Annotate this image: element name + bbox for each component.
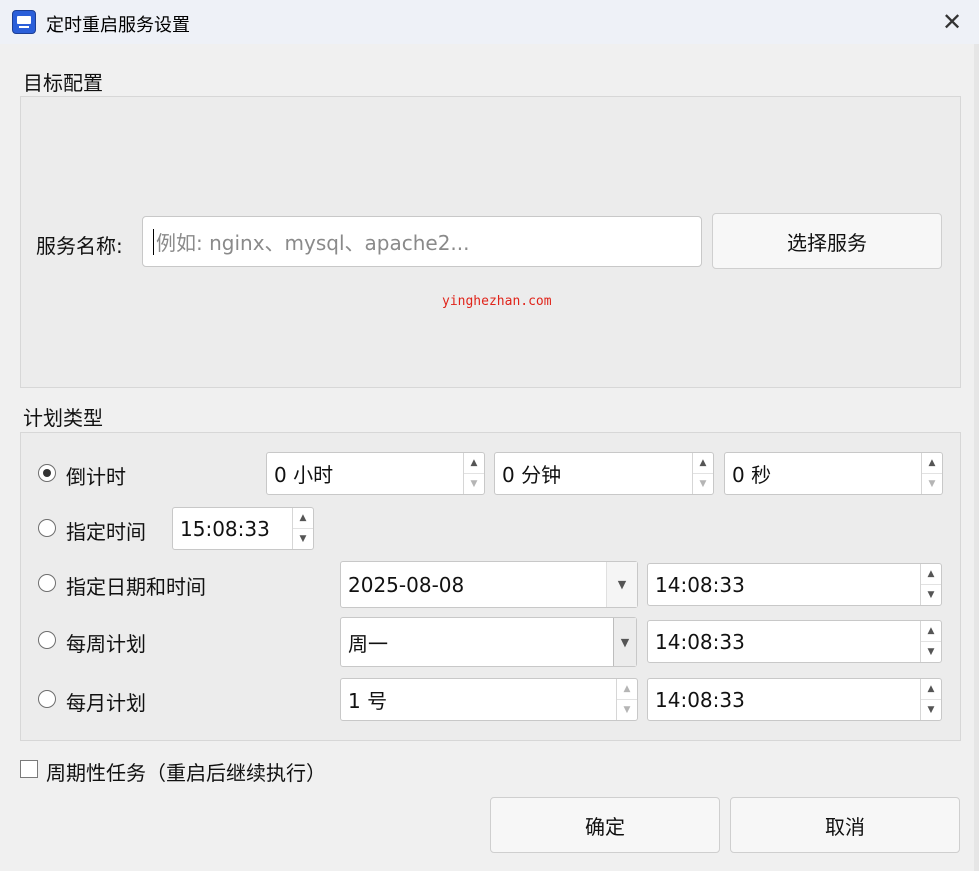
weekly-time-value: 14:08:33 (655, 629, 745, 654)
hours-value: 0 小时 (274, 463, 334, 487)
month-day-value: 1 号 (348, 689, 388, 713)
spin-arrows: ▲ ▼ (692, 453, 713, 494)
spin-down-icon[interactable]: ▼ (922, 474, 942, 495)
specific-time-label: 指定时间 (66, 520, 146, 544)
watermark-text: yinghezhan.com (442, 294, 552, 309)
date-value: 2025-08-08 (348, 572, 465, 597)
weekly-label: 每周计划 (66, 632, 146, 656)
title-bar: 定时重启服务设置 ✕ (0, 0, 979, 44)
spin-down-icon[interactable]: ▼ (617, 700, 637, 721)
weekday-value: 周一 (348, 631, 388, 656)
spin-arrows: ▲ ▼ (463, 453, 484, 494)
specific-time-spinbox[interactable]: 15:08:33 ▲ ▼ (172, 507, 314, 550)
spin-up-icon[interactable]: ▲ (922, 453, 942, 474)
spin-down-icon[interactable]: ▼ (921, 585, 941, 606)
choose-service-button[interactable]: 选择服务 (712, 213, 942, 269)
spin-up-icon[interactable]: ▲ (921, 621, 941, 642)
countdown-seconds-spinbox[interactable]: 0 秒 ▲ ▼ (724, 452, 943, 495)
specific-time-value: 15:08:33 (180, 516, 270, 541)
specific-time-radio[interactable] (38, 519, 56, 537)
periodic-task-checkbox[interactable] (20, 760, 38, 778)
month-day-spinbox[interactable]: 1 号 ▲ ▼ (340, 678, 638, 721)
spin-arrows: ▲ ▼ (920, 679, 941, 720)
spin-down-icon[interactable]: ▼ (293, 529, 313, 550)
countdown-radio[interactable] (38, 464, 56, 482)
spin-up-icon[interactable]: ▲ (293, 508, 313, 529)
countdown-label: 倒计时 (66, 465, 126, 489)
spin-arrows: ▲ ▼ (921, 453, 942, 494)
spin-up-icon[interactable]: ▲ (921, 679, 941, 700)
weekly-radio[interactable] (38, 631, 56, 649)
spin-up-icon[interactable]: ▲ (921, 564, 941, 585)
monthly-time-spinbox[interactable]: 14:08:33 ▲ ▼ (647, 678, 942, 721)
cancel-button[interactable]: 取消 (730, 797, 960, 853)
target-section-title: 目标配置 (23, 71, 103, 95)
weekday-select[interactable]: 周一 ▼ (340, 617, 637, 667)
spin-down-icon[interactable]: ▼ (921, 642, 941, 663)
schedule-section-title: 计划类型 (23, 406, 103, 430)
text-caret (153, 228, 154, 255)
monthly-time-value: 14:08:33 (655, 687, 745, 712)
spin-arrows: ▲ ▼ (616, 679, 637, 720)
monthly-label: 每月计划 (66, 691, 146, 715)
monthly-radio[interactable] (38, 690, 56, 708)
datetime-time-value: 14:08:33 (655, 572, 745, 597)
service-name-label: 服务名称: (36, 234, 123, 258)
service-name-placeholder: 例如: nginx、mysql、apache2... (156, 231, 470, 255)
window-title: 定时重启服务设置 (46, 15, 190, 36)
date-picker[interactable]: 2025-08-08 ▼ (340, 561, 638, 608)
spin-arrows: ▲ ▼ (292, 508, 313, 549)
specific-datetime-label: 指定日期和时间 (66, 575, 206, 599)
spin-up-icon[interactable]: ▲ (693, 453, 713, 474)
app-network-icon (12, 10, 36, 34)
spin-down-icon[interactable]: ▼ (464, 474, 484, 495)
minutes-value: 0 分钟 (502, 463, 562, 487)
chevron-down-icon[interactable]: ▼ (613, 618, 636, 666)
datetime-time-spinbox[interactable]: 14:08:33 ▲ ▼ (647, 563, 942, 606)
window-edge (974, 44, 979, 871)
spin-up-icon[interactable]: ▲ (464, 453, 484, 474)
spin-arrows: ▲ ▼ (920, 621, 941, 662)
spin-up-icon[interactable]: ▲ (617, 679, 637, 700)
close-icon: ✕ (941, 8, 963, 36)
spin-down-icon[interactable]: ▼ (693, 474, 713, 495)
chevron-down-icon[interactable]: ▼ (606, 562, 637, 607)
service-name-input[interactable]: 例如: nginx、mysql、apache2... (142, 216, 702, 267)
specific-datetime-radio[interactable] (38, 574, 56, 592)
countdown-hours-spinbox[interactable]: 0 小时 ▲ ▼ (266, 452, 485, 495)
ok-button[interactable]: 确定 (490, 797, 720, 853)
periodic-task-label: 周期性任务（重启后继续执行） (46, 761, 326, 785)
close-button[interactable]: ✕ (935, 6, 969, 38)
countdown-minutes-spinbox[interactable]: 0 分钟 ▲ ▼ (494, 452, 714, 495)
spin-down-icon[interactable]: ▼ (921, 700, 941, 721)
seconds-value: 0 秒 (732, 463, 772, 487)
weekly-time-spinbox[interactable]: 14:08:33 ▲ ▼ (647, 620, 942, 663)
spin-arrows: ▲ ▼ (920, 564, 941, 605)
